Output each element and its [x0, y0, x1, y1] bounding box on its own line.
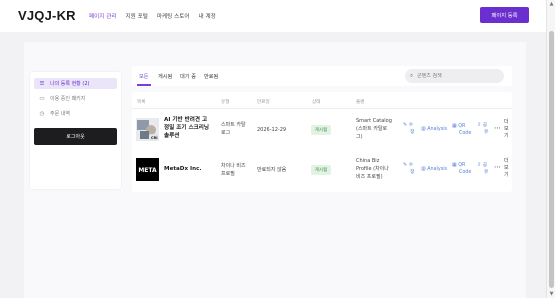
ai-dog-screening-thumbnail[interactable]: CRI: [136, 118, 159, 141]
table-header-divider: [132, 108, 512, 109]
status-badge: 게시됨: [311, 165, 331, 175]
clock-icon: ◷: [39, 110, 45, 117]
more-button[interactable]: ⋯ 더 보 기: [494, 158, 510, 180]
nav-marketing-store[interactable]: 마케팅 스토어: [157, 12, 190, 20]
nav-page-management[interactable]: 페이지 관리: [89, 12, 117, 20]
content-search[interactable]: ⌕: [405, 69, 504, 83]
edit-button[interactable]: ✎ 수정: [403, 162, 414, 176]
site-logo[interactable]: VJQJ-KR: [18, 8, 76, 23]
more-dots-icon: ⋯: [494, 163, 501, 171]
column-header-listing: 목록: [137, 100, 146, 105]
listing-expiry: 만료되지 않음: [257, 167, 287, 173]
scroll-down-arrow-icon[interactable]: ▼: [548, 291, 555, 297]
listing-plan: China Biz Profile (차이나 비즈 프로필): [356, 158, 389, 180]
more-button[interactable]: ⋯ 더 보 기: [494, 119, 510, 141]
bar-chart-icon: ▥: [421, 166, 426, 172]
logout-button[interactable]: 로그아웃: [34, 128, 117, 145]
scrollbar-thumb[interactable]: [549, 31, 554, 288]
share-button[interactable]: ⇪ 공유: [477, 122, 488, 136]
share-icon: ⇪: [477, 122, 482, 128]
share-button[interactable]: ⇪ 공유: [477, 162, 488, 176]
edit-icon: ✎: [403, 122, 408, 128]
listing-type: 스마트 카탈 로그: [221, 122, 246, 136]
sidebar-item-label: 나의 등록 현황 (2): [50, 81, 90, 87]
column-header-plan: 플랜: [356, 100, 365, 105]
account-sidebar: ☰ 나의 등록 현황 (2) ▭ 이용 중인 패키지 ◷ 주문 내역 로그아웃: [30, 72, 121, 189]
tab-expired[interactable]: 만료됨: [204, 73, 218, 80]
edit-button[interactable]: ✎ 수정: [403, 122, 414, 136]
listing-expiry: 2026-12-29: [257, 127, 287, 133]
share-icon: ⇪: [477, 162, 482, 168]
analysis-button[interactable]: ▥ Analysis: [421, 166, 447, 173]
svg-text:CRI: CRI: [151, 136, 158, 140]
sidebar-item-label: 주문 내역: [50, 111, 70, 117]
tab-published[interactable]: 게시됨: [158, 73, 172, 80]
status-badge: 게시됨: [311, 125, 331, 135]
register-page-button[interactable]: 페이지 등록: [480, 7, 529, 23]
metadx-logo[interactable]: META: [136, 158, 159, 181]
listing-plan: Smart Catalog (스마트 카탈로 그): [356, 118, 392, 140]
top-bar: VJQJ-KR 페이지 관리 지원 포털 마케팅 스토어 내 계정 페이지 등록: [0, 0, 546, 32]
qr-code-icon: ▦: [452, 162, 457, 168]
edit-icon: ✎: [403, 162, 408, 168]
tab-all[interactable]: 모든: [139, 73, 149, 80]
listing-title[interactable]: MetaDx Inc.: [164, 165, 202, 173]
column-header-type: 유형: [221, 100, 230, 105]
card-icon: ▭: [39, 95, 45, 102]
active-tab-indicator: [137, 84, 151, 86]
nav-my-account[interactable]: 내 계정: [199, 12, 216, 20]
listings-table: [132, 92, 512, 192]
qr-code-button[interactable]: ▦ QR Code: [452, 123, 471, 137]
top-nav: 페이지 관리 지원 포털 마케팅 스토어 내 계정: [89, 12, 216, 20]
scroll-up-arrow-icon[interactable]: ▲: [548, 1, 555, 7]
bar-chart-icon: ▥: [421, 126, 426, 132]
sidebar-item-orders[interactable]: ◷ 주문 내역: [34, 108, 117, 119]
analysis-button[interactable]: ▥ Analysis: [421, 126, 447, 133]
column-header-status: 상태: [312, 100, 321, 105]
tab-pending[interactable]: 대기 중: [180, 73, 196, 80]
list-icon: ☰: [39, 80, 45, 87]
sidebar-item-label: 이용 중인 패키지: [50, 96, 86, 102]
search-icon: ⌕: [410, 72, 414, 79]
listing-type: 차이나 비즈 프로필: [221, 163, 246, 177]
svg-text:META: META: [138, 167, 157, 174]
listing-title[interactable]: AI 기반 반려견 고 정밀 조기 스크리닝 솔루션: [164, 116, 209, 140]
search-input[interactable]: [417, 73, 498, 79]
column-header-expiry: 만료일: [257, 100, 270, 105]
sidebar-item-my-listings[interactable]: ☰ 나의 등록 현황 (2): [34, 78, 117, 89]
sidebar-item-packages[interactable]: ▭ 이용 중인 패키지: [34, 93, 117, 104]
page-scrollbar[interactable]: ▲ ▼: [546, 0, 555, 298]
more-dots-icon: ⋯: [494, 124, 501, 132]
nav-support-portal[interactable]: 지원 포털: [126, 12, 148, 20]
qr-code-button[interactable]: ▦ QR Code: [452, 162, 471, 176]
qr-code-icon: ▦: [452, 123, 457, 129]
